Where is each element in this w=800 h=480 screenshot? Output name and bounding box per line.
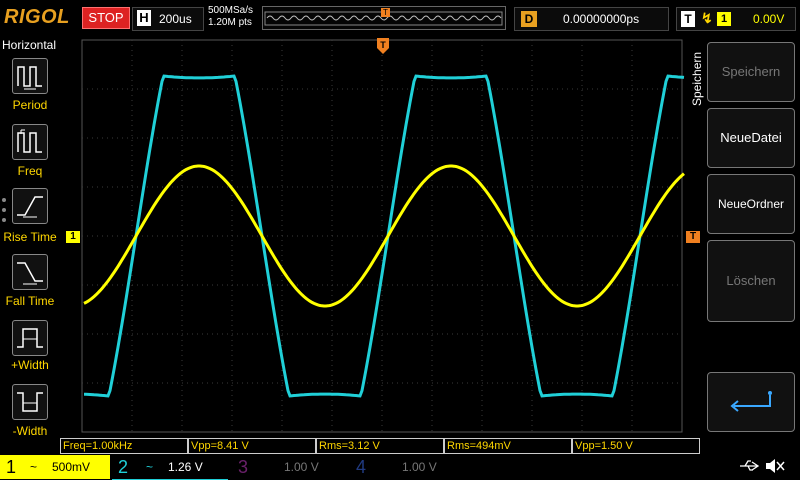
ch3-scale: 1.00 V [284, 460, 319, 474]
waveform-display[interactable] [60, 36, 700, 436]
timebase-value: 200us [159, 12, 192, 26]
rising-edge-icon: ↯ [701, 10, 713, 26]
measurement-vpp-ch1[interactable]: Vpp=1.50 V [572, 438, 700, 454]
new-folder-button[interactable]: NeueOrdner [707, 174, 795, 234]
left-menu-title: Horizontal [2, 38, 57, 52]
rise-time-icon [17, 196, 43, 218]
negative-width-icon [17, 392, 43, 412]
return-button[interactable] [707, 372, 795, 432]
sample-rate: 500MSa/s [208, 5, 254, 16]
menu-page-dot [2, 208, 6, 212]
run-stop-indicator[interactable]: STOP [82, 7, 130, 29]
positive-width-icon [17, 328, 43, 348]
horizontal-timebase[interactable]: H 200us [132, 7, 204, 31]
horizontal-key: H [137, 10, 151, 26]
ch4-scale: 1.00 V [402, 460, 437, 474]
trigger-time-marker[interactable]: T [377, 38, 389, 54]
ch1-number: 1 [6, 457, 17, 477]
ch1-scale: 500mV [52, 460, 91, 474]
measurement-freq[interactable]: Freq=1.00kHz [60, 438, 188, 454]
trigger-key: T [681, 11, 695, 27]
negative-width-button[interactable] [12, 384, 48, 420]
ch2-status[interactable]: 2 ~ 1.26 V [112, 455, 228, 480]
trigger-level: 0.00V [753, 12, 785, 26]
negative-width-label: -Width [12, 424, 48, 438]
right-menu-title: Speichern [690, 51, 704, 106]
memory-depth: 1.20M pts [208, 17, 252, 28]
delay-value: 0.00000000ps [563, 12, 640, 26]
rigol-logo: RIGOL [4, 6, 70, 28]
freq-label: Freq [17, 164, 43, 178]
freq-button[interactable] [12, 124, 48, 160]
trigger-level-marker[interactable]: T [686, 231, 700, 243]
ch1-offset-marker[interactable]: 1 [66, 231, 80, 243]
period-button[interactable] [12, 58, 48, 94]
ch1-coupling-icon: ~ [30, 460, 38, 474]
measurement-vpp-ch2[interactable]: Vpp=8.41 V [188, 438, 316, 454]
measurement-rms-ch1[interactable]: Rms=494mV [444, 438, 572, 454]
ch4-number: 4 [356, 457, 367, 477]
new-file-button[interactable]: NeueDatei [707, 108, 795, 168]
ch2-scale: 1.26 V [168, 460, 203, 474]
ch1-status[interactable]: 1 ~ 500mV [0, 455, 110, 479]
svg-text:T: T [380, 40, 386, 50]
usb-icon [740, 460, 760, 471]
period-label: Period [12, 98, 48, 112]
delete-button[interactable]: Löschen [707, 240, 795, 322]
delay-setting[interactable]: D 0.00000000ps [514, 7, 669, 31]
trigger-source: 1 [717, 12, 731, 26]
rise-time-label: Rise Time [3, 230, 57, 244]
graticule [81, 39, 683, 433]
ch3-number: 3 [238, 457, 249, 477]
positive-width-button[interactable] [12, 320, 48, 356]
acquisition-info: 500MSa/s 1.20M pts [208, 5, 253, 29]
speaker-muted-icon[interactable] [764, 457, 786, 475]
trigger-position-marker: T [381, 8, 390, 17]
ch1-waveform [83, 164, 685, 308]
ch2-waveform [84, 74, 685, 398]
ch2-coupling-icon: ~ [146, 460, 154, 474]
fall-time-label: Fall Time [5, 294, 55, 308]
ch3-status[interactable]: 3 1.00 V [232, 455, 344, 479]
fall-time-button[interactable] [12, 254, 48, 290]
return-arrow-icon [730, 391, 772, 412]
freq-icon [17, 129, 42, 153]
fall-time-icon [17, 262, 43, 285]
period-icon [17, 66, 42, 90]
rise-time-button[interactable] [12, 188, 48, 224]
save-button[interactable]: Speichern [707, 42, 795, 102]
ch2-number: 2 [118, 457, 129, 477]
menu-page-dot [2, 198, 6, 202]
measurement-rms-ch2[interactable]: Rms=3.12 V [316, 438, 444, 454]
ch4-status[interactable]: 4 1.00 V [350, 455, 462, 479]
positive-width-label: +Width [11, 358, 49, 372]
menu-page-dot [2, 218, 6, 222]
delay-key: D [521, 11, 537, 27]
